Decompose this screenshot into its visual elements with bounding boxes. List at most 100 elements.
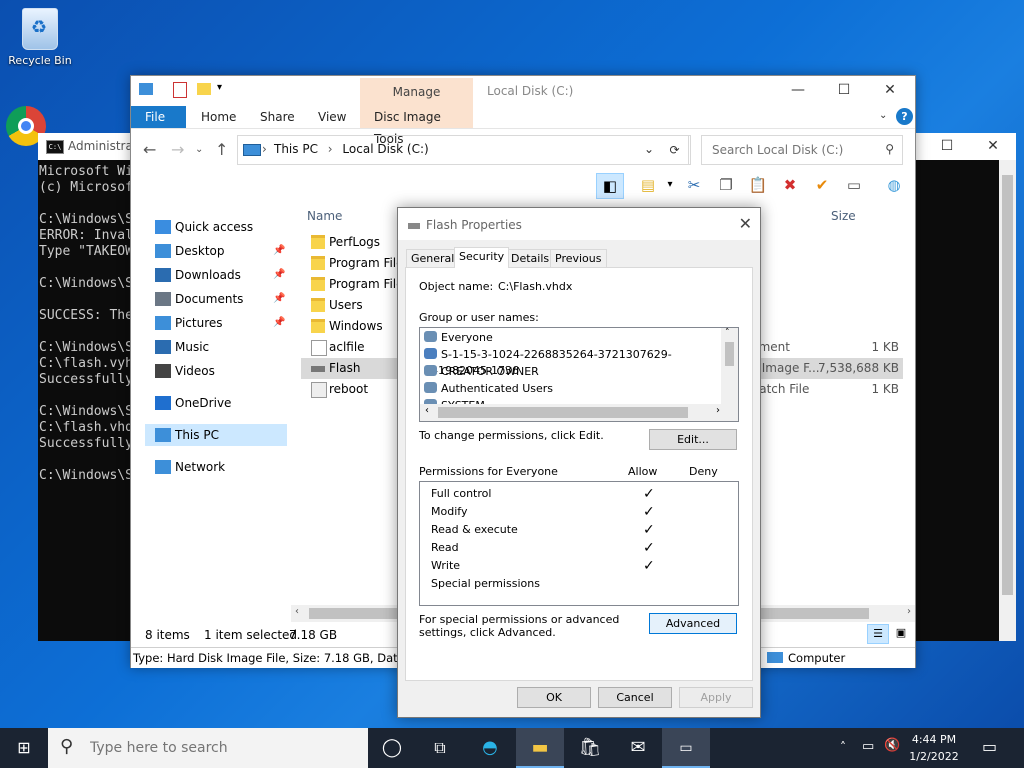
- tab-view[interactable]: View: [304, 106, 360, 128]
- task-view-icon[interactable]: ⧉: [416, 728, 464, 768]
- user-list-item[interactable]: S-1-15-3-1024-2268835264-3721307629-2419…: [424, 347, 738, 377]
- file-row-details[interactable]: r: [751, 274, 903, 295]
- tab-disc-image-tools[interactable]: Disc Image Tools: [360, 106, 473, 146]
- tab-previous-versions[interactable]: Previous Versions: [550, 249, 607, 282]
- advanced-button[interactable]: Advanced: [649, 613, 737, 634]
- edge-icon[interactable]: ◓: [466, 728, 514, 768]
- scroll-right-icon[interactable]: ›: [716, 405, 720, 416]
- search-box[interactable]: ⚲: [701, 135, 903, 165]
- paste-icon[interactable]: 📋: [745, 173, 771, 197]
- tab-home[interactable]: Home: [187, 106, 250, 128]
- start-button[interactable]: ⊞: [0, 728, 48, 768]
- task-view-circle-icon[interactable]: ◯: [368, 728, 416, 768]
- store-icon[interactable]: 🛍: [566, 728, 614, 768]
- manage-contextual-tab[interactable]: Manage: [360, 78, 473, 106]
- recycle-bin-desktop-icon[interactable]: Recycle Bin: [0, 8, 80, 67]
- maximize-button[interactable]: ☐: [821, 76, 867, 104]
- sidebar-item-this-pc[interactable]: This PC: [145, 424, 287, 446]
- copy-icon[interactable]: ❐: [713, 173, 739, 197]
- tab-general[interactable]: General: [406, 249, 460, 267]
- dialog-titlebar[interactable]: Flash Properties ✕: [398, 208, 760, 240]
- user-list[interactable]: Everyone S-1-15-3-1024-2268835264-3721307…: [419, 327, 739, 422]
- globe-icon[interactable]: ◍: [881, 173, 907, 197]
- console-scrollbar[interactable]: [999, 160, 1016, 641]
- user-list-vscrollbar[interactable]: ˄: [721, 328, 738, 404]
- column-header-name[interactable]: Name: [307, 209, 342, 223]
- preview-pane-icon[interactable]: ◧: [596, 173, 624, 199]
- properties-quick-icon[interactable]: [173, 82, 187, 98]
- minimize-button[interactable]: —: [775, 76, 821, 104]
- cut-icon[interactable]: ✂: [681, 173, 707, 197]
- close-button[interactable]: ✕: [867, 76, 913, 104]
- tab-security[interactable]: Security: [454, 247, 510, 268]
- taskbar-search-input[interactable]: [88, 739, 352, 757]
- address-dropdown-icon[interactable]: ⌄: [644, 142, 654, 156]
- maximize-button[interactable]: ☐: [924, 133, 970, 160]
- dialog-close-icon[interactable]: ✕: [739, 214, 752, 233]
- back-arrow-icon[interactable]: ←: [143, 140, 156, 159]
- user-list-hscrollbar[interactable]: ‹ ›: [420, 404, 738, 421]
- user-list-item[interactable]: Authenticated Users: [424, 381, 553, 397]
- breadcrumb-chevron-icon[interactable]: ›: [262, 142, 267, 156]
- volume-muted-icon[interactable]: 🔇: [884, 738, 900, 753]
- breadcrumb-this-pc[interactable]: This PC: [274, 142, 318, 156]
- breadcrumb-separator-icon[interactable]: ›: [328, 142, 333, 156]
- sidebar-item-pictures[interactable]: Pictures 📌: [131, 312, 287, 334]
- recent-dropdown-icon[interactable]: ⌄: [195, 144, 203, 155]
- file-row-details[interactable]: Batch File 1 KB: [751, 379, 903, 400]
- file-row-details[interactable]: k Image F... 7,538,688 KB: [751, 358, 903, 379]
- column-header-size[interactable]: Size: [831, 209, 856, 223]
- file-row-details[interactable]: r: [751, 316, 903, 337]
- scroll-left-icon[interactable]: ‹: [425, 405, 429, 416]
- notifications-icon[interactable]: ▭: [982, 737, 997, 756]
- sidebar-item-desktop[interactable]: Desktop 📌: [131, 240, 287, 262]
- scroll-left-icon[interactable]: ‹: [295, 606, 299, 617]
- details-view-icon[interactable]: ☰: [867, 624, 889, 644]
- tab-details[interactable]: Details: [506, 249, 555, 267]
- file-explorer-taskbar-icon[interactable]: ▬: [516, 728, 564, 768]
- sidebar-item-network[interactable]: Network: [131, 456, 287, 478]
- sidebar-item-onedrive[interactable]: OneDrive: [131, 392, 287, 414]
- breadcrumb-local-disk[interactable]: Local Disk (C:): [342, 142, 428, 156]
- sidebar-item-star[interactable]: Quick access: [131, 216, 287, 238]
- sidebar-item-videos[interactable]: Videos: [131, 360, 287, 382]
- refresh-button[interactable]: ⟳: [661, 135, 689, 165]
- cancel-button[interactable]: Cancel: [598, 687, 672, 708]
- file-row-details[interactable]: r: [751, 295, 903, 316]
- explorer-titlebar[interactable]: ▾ Manage Local Disk (C:) — ☐ ✕: [131, 76, 915, 106]
- ribbon-expand-icon[interactable]: ⌄: [879, 110, 887, 121]
- delete-icon[interactable]: ✖: [777, 173, 803, 197]
- search-input[interactable]: [710, 142, 874, 158]
- file-row-details[interactable]: r: [751, 253, 903, 274]
- tray-chevron-icon[interactable]: ˄: [840, 740, 846, 754]
- tab-file[interactable]: File: [131, 106, 186, 128]
- close-button[interactable]: ✕: [970, 133, 1016, 160]
- sidebar-item-documents[interactable]: Documents 📌: [131, 288, 287, 310]
- clock[interactable]: 4:44 PM 1/2/2022: [904, 731, 964, 765]
- rename-check-icon[interactable]: ✔: [809, 173, 835, 197]
- new-item-dropdown-icon[interactable]: ▾: [657, 173, 683, 197]
- sidebar-item-downloads[interactable]: Downloads 📌: [131, 264, 287, 286]
- mail-icon[interactable]: ✉: [614, 728, 662, 768]
- apply-button[interactable]: Apply: [679, 687, 753, 708]
- file-row-details[interactable]: r: [751, 232, 903, 253]
- edit-button[interactable]: Edit...: [649, 429, 737, 450]
- user-list-item[interactable]: Everyone: [424, 330, 493, 346]
- taskbar-search-box[interactable]: ⚲: [48, 728, 368, 768]
- properties-dialog[interactable]: Flash Properties ✕ General Security Deta…: [397, 207, 761, 718]
- file-row-details[interactable]: ument 1 KB: [751, 337, 903, 358]
- address-bar[interactable]: › This PC › Local Disk (C:) ⌄: [237, 135, 691, 165]
- quick-access-dropdown-icon[interactable]: ▾: [217, 82, 222, 93]
- new-folder-quick-icon[interactable]: [197, 83, 211, 95]
- up-arrow-icon[interactable]: ↑: [215, 140, 228, 159]
- network-icon[interactable]: ▭: [862, 739, 874, 754]
- sidebar-item-music[interactable]: Music: [131, 336, 287, 358]
- properties-icon[interactable]: ▭: [841, 173, 867, 197]
- command-prompt-taskbar-icon[interactable]: ▭: [662, 728, 710, 768]
- large-icons-view-icon[interactable]: ▣: [891, 624, 911, 642]
- help-icon[interactable]: ?: [896, 108, 913, 125]
- scroll-right-icon[interactable]: ›: [907, 606, 911, 617]
- user-list-item[interactable]: CREATOR OWNER: [424, 364, 539, 380]
- scroll-up-icon[interactable]: ˄: [725, 328, 730, 338]
- forward-arrow-icon[interactable]: →: [171, 140, 184, 159]
